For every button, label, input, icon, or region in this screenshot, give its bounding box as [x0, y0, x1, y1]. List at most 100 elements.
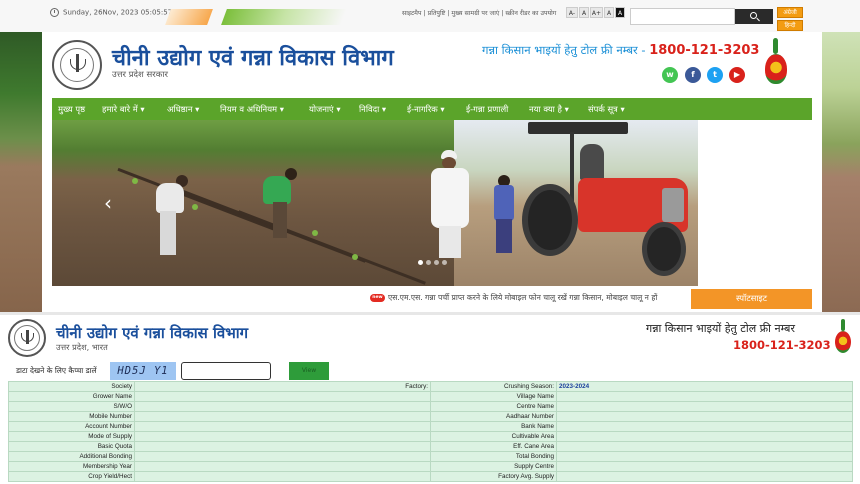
table-cell-label: Factory Avg. Supply [430, 471, 557, 482]
table-cell-value [556, 441, 853, 452]
whatsapp-icon[interactable]: w [662, 67, 678, 83]
tollfree-number: 1800-121-3203 [649, 43, 760, 58]
table-cell-label: Total Bonding [430, 451, 557, 462]
nav-contact[interactable]: संपर्क सूत्र ▾ [588, 98, 625, 120]
plant [192, 204, 198, 210]
table-cell-label: Additional Bonding [8, 451, 135, 462]
slider-next-button[interactable]: › [748, 192, 764, 214]
font-increase-button[interactable]: A+ [590, 7, 603, 18]
slider-dot[interactable] [442, 260, 447, 265]
nav-about-us[interactable]: हमारे बारे में ▾ [102, 98, 145, 120]
table-cell-value [134, 391, 431, 402]
table-cell-label: Village Name [430, 391, 557, 402]
captcha-input[interactable] [181, 362, 271, 380]
department-badge-icon [835, 331, 851, 353]
contrast-high-button[interactable]: A [615, 7, 625, 18]
nav-tenders[interactable]: निविदा ▾ [359, 98, 386, 120]
twitter-icon[interactable]: t [707, 67, 723, 83]
sugarcane-leaf-icon [773, 38, 778, 54]
table-cell-value [556, 431, 853, 442]
sugarcane-department-logo [764, 38, 788, 90]
contrast-normal-button[interactable]: A [604, 7, 614, 18]
table-cell-value [134, 451, 431, 462]
search-input[interactable] [630, 8, 735, 25]
table-cell-value [134, 431, 431, 442]
sugarcane-leaf-icon [841, 319, 845, 331]
season-label: Crushing Season: [430, 381, 557, 392]
table-cell-label: Supply Centre [430, 461, 557, 472]
plant [352, 254, 358, 260]
farmer-white-shirt [152, 175, 192, 265]
slider-prev-button[interactable]: ‹ [100, 192, 116, 214]
grower-info-table: Society Factory: Crushing Season: 2023-2… [8, 381, 853, 482]
society-label: Society [8, 381, 135, 392]
table-cell-label: Basic Quota [8, 441, 135, 452]
up-government-emblem-logo[interactable] [52, 40, 102, 90]
tollfree-label: गन्ना किसान भाइयों हेतु टोल फ्री नम्बर - [482, 43, 650, 57]
plant [132, 178, 138, 184]
nav-schemes[interactable]: योजनाएं ▾ [309, 98, 341, 120]
table-cell-value [134, 401, 431, 412]
table-cell-label: S/W/O [8, 401, 135, 412]
decorative-stripe-orange [165, 9, 213, 25]
nav-home[interactable]: मुख्य पृष्ठ [58, 98, 85, 120]
news-ticker[interactable]: new एस.एम.एस. गन्ना पर्ची प्राप्त करने क… [52, 288, 690, 308]
view-button[interactable]: View [289, 362, 329, 380]
font-decrease-button[interactable]: A- [566, 7, 578, 18]
english-language-button[interactable]: अंग्रेजी [777, 7, 803, 18]
nav-e-ganna-system[interactable]: ई-गन्ना प्रणाली [466, 98, 508, 120]
tollfree-info: गन्ना किसान भाइयों हेतु टोल फ्री नम्बर -… [482, 43, 759, 58]
table-cell-label: Centre Name [430, 401, 557, 412]
table-cell-value [134, 471, 431, 482]
youtube-icon[interactable]: ▶ [729, 67, 745, 83]
department-title: चीनी उद्योग एवं गन्ना विकास विभाग [112, 46, 394, 71]
date-text: Sunday, 26Nov, 2023 05:05:57 PM [63, 8, 185, 17]
table-cell-label: Cultivable Area [430, 431, 557, 442]
farmer-in-white-kurta [427, 150, 473, 262]
department-badge-icon [765, 54, 787, 84]
spotsite-button[interactable]: स्पॉटसाइट [691, 289, 812, 309]
nav-rules-acts[interactable]: नियम व अधिनियम ▾ [220, 98, 284, 120]
table-row: Account Number Bank Name [8, 421, 853, 432]
emblem-icon [60, 48, 94, 82]
nav-whats-new[interactable]: नया क्या है ▾ [529, 98, 569, 120]
plant [312, 230, 318, 236]
emblem-icon [14, 325, 40, 351]
slider-dot[interactable] [434, 260, 439, 265]
table-cell-value [556, 391, 853, 402]
table-cell-label: Membership Year [8, 461, 135, 472]
table-cell-label: Aadhaar Number [430, 411, 557, 422]
decorative-stripe-green [221, 9, 347, 25]
table-row: Additional Bonding Total Bonding [8, 451, 853, 462]
table-cell-value [556, 421, 853, 432]
hero-image-slider[interactable]: ‹ [52, 120, 698, 286]
utility-links[interactable]: साइटमैप | प्रतिपुष्टि | मुख्य सामग्री पर… [402, 8, 556, 17]
report-header: चीनी उद्योग एवं गन्ना विकास विभाग उत्तर … [0, 315, 860, 360]
date-display: Sunday, 26Nov, 2023 05:05:57 PM [50, 8, 185, 17]
report-department-subtitle: उत्तर प्रदेश, भारत [56, 342, 108, 352]
season-value-cell: 2023-2024 [556, 381, 853, 392]
font-normal-button[interactable]: A [579, 7, 589, 18]
table-cell-label: Crop Yield/Hect [8, 471, 135, 482]
table-cell-label: Mobile Number [8, 411, 135, 422]
hindi-language-button[interactable]: हिन्दी [777, 20, 803, 31]
table-row: Membership Year Supply Centre [8, 461, 853, 472]
table-row: Society Factory: Crushing Season: 2023-2… [8, 381, 853, 392]
table-cell-label: Mode of Supply [8, 431, 135, 442]
report-department-title: चीनी उद्योग एवं गन्ना विकास विभाग [56, 324, 249, 342]
table-cell-label: Bank Name [430, 421, 557, 432]
captcha-label: डाटा देखने के लिए कैप्चा डालें [16, 366, 97, 375]
slider-dot[interactable] [426, 260, 431, 265]
season-value: 2023-2024 [559, 383, 590, 390]
table-cell-value [556, 451, 853, 462]
farmer-green-shirt [257, 168, 301, 248]
ticker-text[interactable]: एस.एम.एस. गन्ना पर्ची प्राप्त करने के लि… [388, 293, 657, 303]
facebook-icon[interactable]: f [685, 67, 701, 83]
search-button[interactable] [735, 9, 773, 24]
nav-e-citizen[interactable]: ई-नागरिक ▾ [407, 98, 445, 120]
nav-establishment[interactable]: अधिष्ठान ▾ [167, 98, 199, 120]
clock-icon [50, 8, 59, 17]
table-cell-value [134, 461, 431, 472]
table-row: Mobile Number Aadhaar Number [8, 411, 853, 422]
slider-dot[interactable] [418, 260, 423, 265]
